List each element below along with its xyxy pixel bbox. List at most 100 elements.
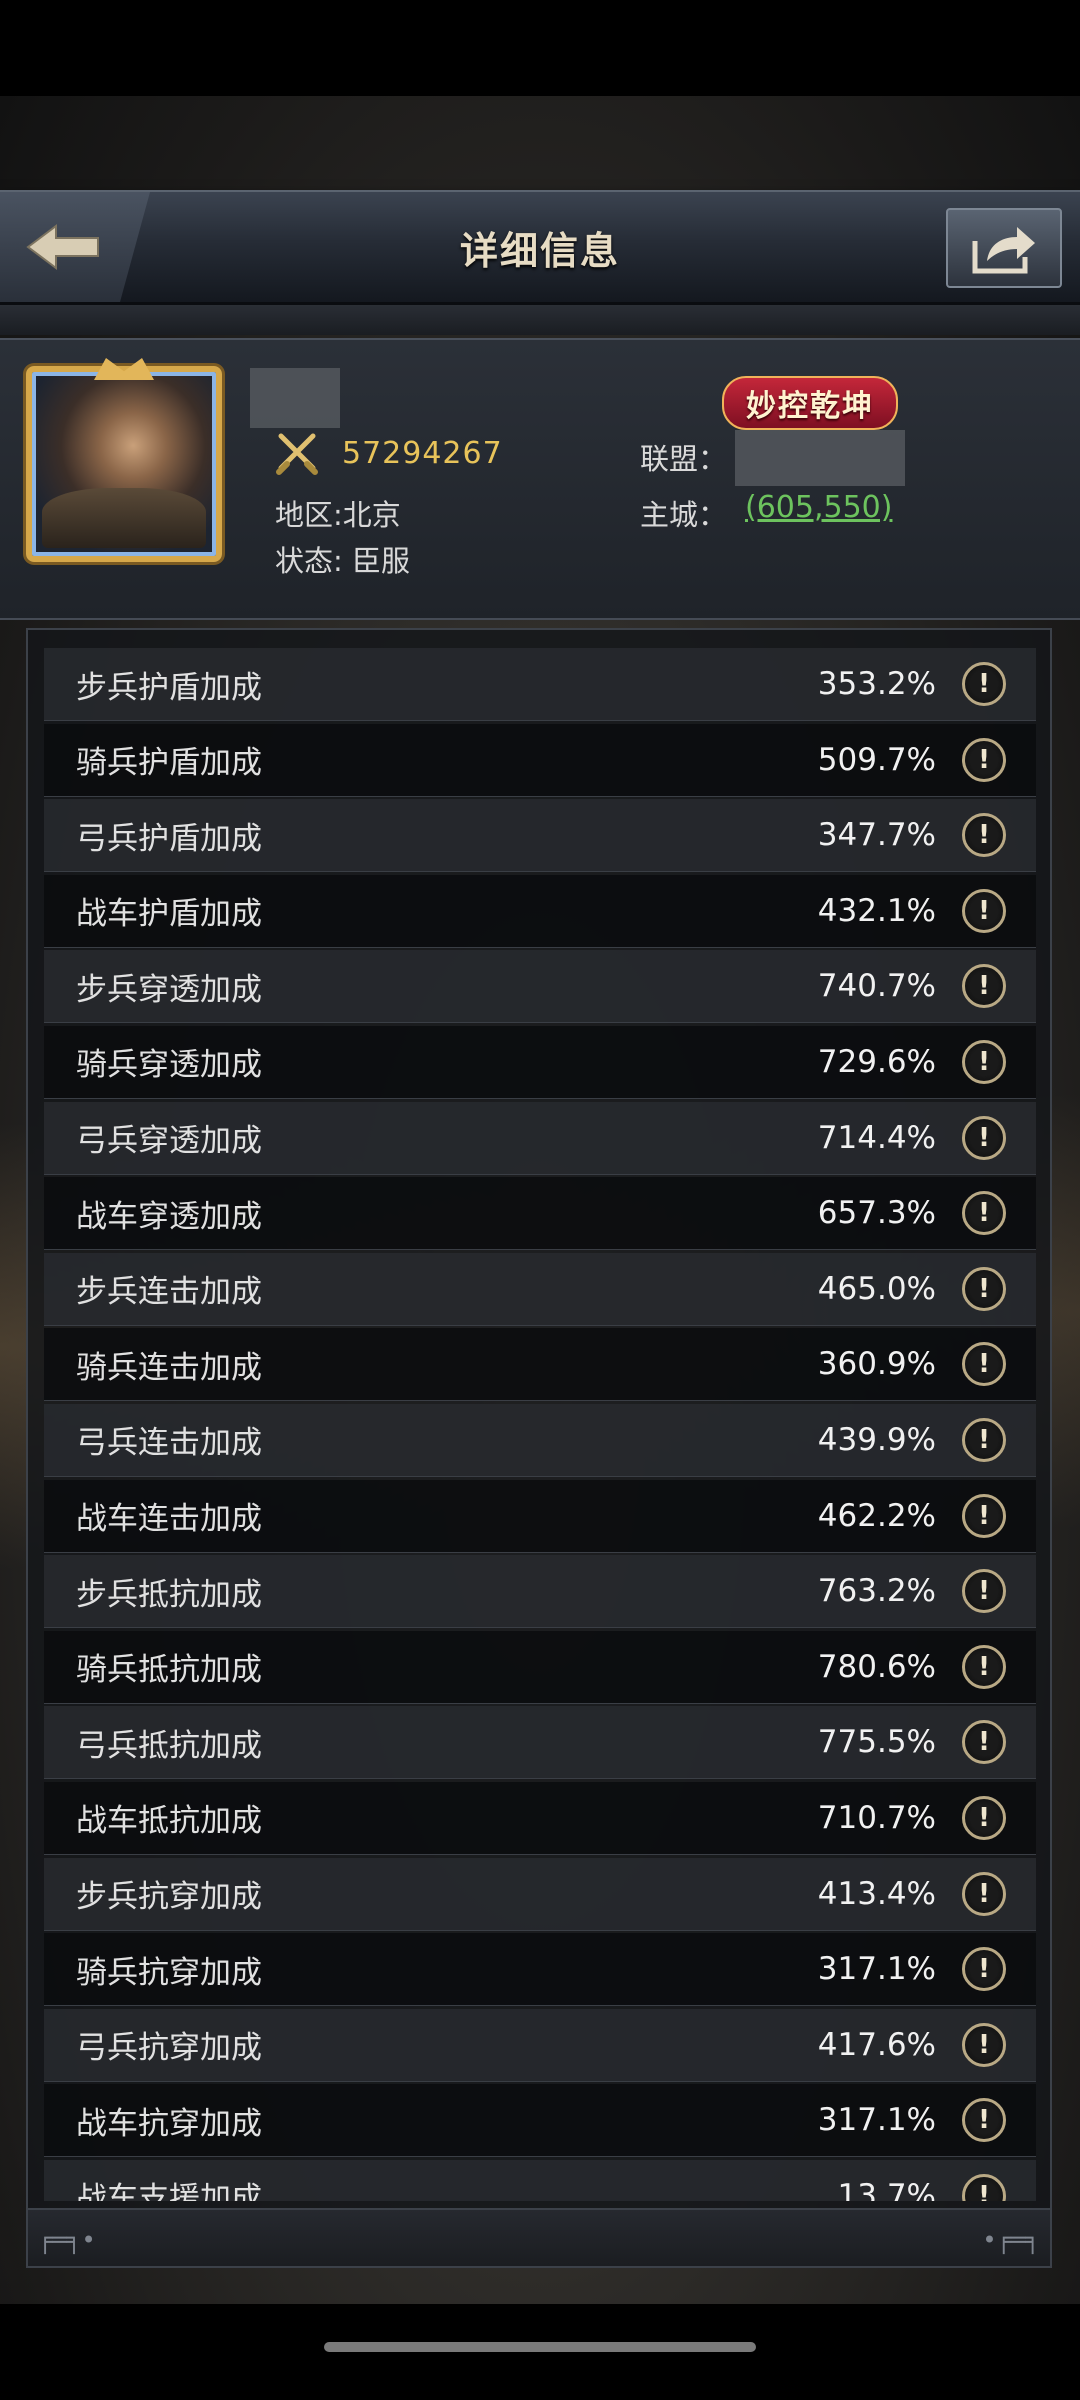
list-item: 战车穿透加成 657.3%! bbox=[44, 1177, 1036, 1251]
stats-list[interactable]: 步兵护盾加成 353.2%! 骑兵护盾加成 509.7%! 弓兵护盾加成 347.7%! 战… bbox=[44, 648, 1036, 2201]
stat-label: 步兵抵抗加成 bbox=[76, 1576, 262, 1613]
meander-ornament-left-icon: ╒═╕• bbox=[38, 2226, 96, 2254]
stat-label: 战车连击加成 bbox=[76, 1501, 262, 1538]
stat-label: 骑兵抵抗加成 bbox=[76, 1652, 262, 1689]
list-item: 步兵抵抗加成 763.2%! bbox=[44, 1555, 1036, 1629]
stat-label: 骑兵连击加成 bbox=[76, 1349, 262, 1386]
info-icon[interactable]: ! bbox=[962, 1720, 1006, 1765]
stat-value: 13.7% bbox=[837, 2177, 936, 2201]
info-icon[interactable]: ! bbox=[962, 1039, 1006, 1084]
list-item: 战车抗穿加成 317.1%! bbox=[44, 2084, 1036, 2158]
home-indicator[interactable] bbox=[324, 2342, 756, 2352]
list-item: 步兵护盾加成 353.2%! bbox=[44, 648, 1036, 721]
stat-label: 战车抗穿加成 bbox=[76, 2105, 262, 2142]
alliance-label: 联盟： bbox=[640, 442, 728, 476]
info-icon[interactable]: ! bbox=[962, 1115, 1006, 1160]
list-item: 战车支援加成 13.7%! bbox=[44, 2159, 1036, 2201]
stat-value: 317.1% bbox=[817, 1951, 936, 1988]
list-item: 弓兵连击加成 439.9%! bbox=[44, 1403, 1036, 1477]
region-text: 地区:北京 bbox=[275, 498, 401, 532]
stat-label: 战车护盾加成 bbox=[76, 896, 262, 933]
list-item: 骑兵穿透加成 729.6%! bbox=[44, 1025, 1036, 1099]
list-item: 战车护盾加成 432.1%! bbox=[44, 874, 1036, 948]
info-icon[interactable]: ! bbox=[962, 1493, 1006, 1538]
info-icon[interactable]: ! bbox=[962, 737, 1006, 782]
stat-label: 骑兵抗穿加成 bbox=[76, 1954, 262, 1991]
info-icon[interactable]: ! bbox=[962, 1871, 1006, 1916]
info-icon[interactable]: ! bbox=[962, 1191, 1006, 1236]
info-icon[interactable]: ! bbox=[962, 1417, 1006, 1462]
list-item: 步兵连击加成 465.0%! bbox=[44, 1252, 1036, 1326]
info-icon[interactable]: ! bbox=[962, 1947, 1006, 1992]
list-item: 步兵抗穿加成 413.4%! bbox=[44, 1857, 1036, 1931]
info-icon[interactable]: ! bbox=[962, 1569, 1006, 1614]
share-button[interactable] bbox=[946, 208, 1062, 288]
info-icon[interactable]: ! bbox=[962, 1644, 1006, 1689]
stat-label: 步兵抗穿加成 bbox=[76, 1879, 262, 1915]
top-bar: 详细信息 bbox=[0, 190, 1080, 305]
list-item: 弓兵护盾加成 347.7%! bbox=[44, 799, 1036, 873]
list-item: 骑兵连击加成 360.9%! bbox=[44, 1328, 1036, 1402]
stats-panel: 步兵护盾加成 353.2%! 骑兵护盾加成 509.7%! 弓兵护盾加成 347.7%! 战… bbox=[26, 628, 1052, 2268]
status-text: 状态: 臣服 bbox=[275, 544, 410, 578]
stat-value: 509.7% bbox=[817, 741, 936, 778]
stat-label: 骑兵护盾加成 bbox=[76, 745, 262, 782]
info-icon[interactable]: ! bbox=[962, 888, 1006, 933]
share-icon bbox=[972, 227, 1035, 274]
stat-value: 317.1% bbox=[817, 2102, 936, 2139]
info-icon[interactable]: ! bbox=[962, 662, 1006, 706]
info-icon[interactable]: ! bbox=[962, 2173, 1006, 2201]
stat-value: 657.3% bbox=[817, 1195, 936, 1232]
info-icon[interactable]: ! bbox=[962, 813, 1006, 858]
info-icon[interactable]: ! bbox=[962, 1795, 1006, 1840]
list-item: 骑兵护盾加成 509.7%! bbox=[44, 723, 1036, 797]
info-icon[interactable]: ! bbox=[962, 1342, 1006, 1387]
city-label: 主城： bbox=[640, 498, 728, 532]
stat-value: 439.9% bbox=[817, 1421, 936, 1458]
avatar-armor bbox=[42, 488, 206, 548]
stat-value: 710.7% bbox=[817, 1799, 936, 1836]
stat-value: 432.1% bbox=[817, 892, 936, 929]
alliance-name-redacted bbox=[735, 430, 905, 486]
stat-label: 战车抵抗加成 bbox=[76, 1803, 262, 1840]
info-icon[interactable]: ! bbox=[962, 2022, 1006, 2067]
header-divider bbox=[0, 305, 1080, 335]
stat-label: 弓兵抵抗加成 bbox=[76, 1727, 262, 1764]
panel-footer: ╒═╕• •╒═╕ bbox=[28, 2208, 1050, 2266]
profile-card bbox=[0, 338, 1080, 620]
avatar-crest-icon bbox=[94, 358, 154, 380]
city-coords-link[interactable]: (605,550) bbox=[745, 490, 892, 525]
stat-label: 弓兵抗穿加成 bbox=[76, 2030, 262, 2067]
stat-label: 弓兵护盾加成 bbox=[76, 820, 262, 857]
player-name-redacted bbox=[250, 368, 340, 428]
list-item: 战车连击加成 462.2%! bbox=[44, 1479, 1036, 1553]
stat-value: 714.4% bbox=[817, 1119, 936, 1156]
stat-label: 步兵护盾加成 bbox=[76, 669, 262, 706]
stat-value: 353.2% bbox=[817, 666, 936, 702]
stat-label: 步兵连击加成 bbox=[76, 1274, 262, 1311]
stat-value: 462.2% bbox=[817, 1497, 936, 1534]
stat-value: 413.4% bbox=[817, 1875, 936, 1912]
stat-label: 骑兵穿透加成 bbox=[76, 1047, 262, 1084]
stat-value: 763.2% bbox=[817, 1573, 936, 1610]
info-icon[interactable]: ! bbox=[962, 2098, 1006, 2143]
info-icon[interactable]: ! bbox=[962, 1266, 1006, 1311]
stat-label: 弓兵穿透加成 bbox=[76, 1123, 262, 1160]
list-item: 骑兵抗穿加成 317.1%! bbox=[44, 1933, 1036, 2007]
list-item: 骑兵抵抗加成 780.6%! bbox=[44, 1630, 1036, 1704]
info-icon[interactable]: ! bbox=[962, 964, 1006, 1009]
stat-value: 780.6% bbox=[817, 1648, 936, 1685]
avatar[interactable] bbox=[26, 358, 222, 562]
stat-label: 弓兵连击加成 bbox=[76, 1425, 262, 1462]
title-badge: 妙控乾坤 bbox=[722, 376, 898, 430]
stat-value: 417.6% bbox=[817, 2026, 936, 2063]
stat-value: 729.6% bbox=[817, 1043, 936, 1080]
crossed-swords-icon bbox=[276, 433, 318, 475]
stat-value: 465.0% bbox=[817, 1270, 936, 1307]
page-title: 详细信息 bbox=[459, 227, 620, 273]
stat-label: 步兵穿透加成 bbox=[76, 971, 262, 1008]
list-item: 弓兵抵抗加成 775.5%! bbox=[44, 1706, 1036, 1780]
stat-value: 775.5% bbox=[817, 1724, 936, 1761]
list-item: 弓兵抗穿加成 417.6%! bbox=[44, 2008, 1036, 2082]
stat-label: 战车支援加成 bbox=[76, 2181, 262, 2201]
